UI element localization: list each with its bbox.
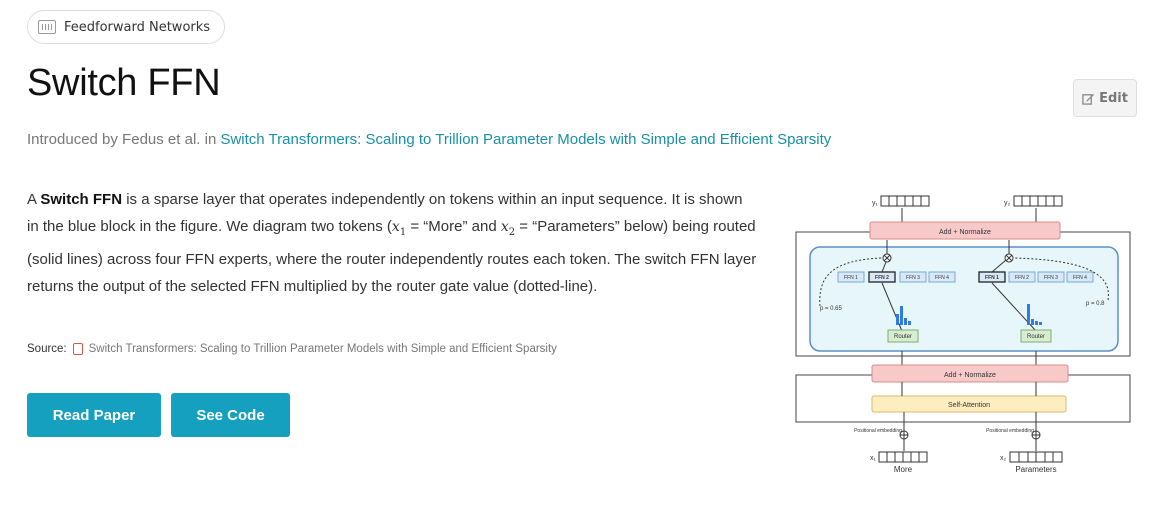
category-tag[interactable]: Feedforward Networks [27, 10, 226, 44]
source-line: Source: Switch Transformers: Scaling to … [27, 343, 557, 355]
svg-text:FFN 3: FFN 3 [906, 275, 920, 281]
token-parameters: Parameters [1015, 465, 1056, 474]
paper-link[interactable]: Switch Transformers: Scaling to Trillion… [220, 131, 831, 148]
router-left: Router [894, 334, 912, 340]
page-title: Switch FFN [27, 62, 221, 104]
svg-text:FFN 2: FFN 2 [1015, 275, 1029, 281]
pdf-icon [72, 343, 83, 355]
pos-emb-left: Positional embedding [854, 428, 902, 434]
token-more: More [894, 465, 913, 474]
svg-text:FFN 4: FFN 4 [1073, 275, 1087, 281]
edit-label: Edit [1099, 90, 1128, 106]
y1-label: y₁ [872, 200, 879, 207]
read-paper-button[interactable]: Read Paper [27, 393, 161, 437]
pos-emb-right: Positional embedding [986, 428, 1034, 434]
intro-line: Introduced by Fedus et al. in Switch Tra… [27, 131, 831, 148]
architecture-figure: y₁ y₂ Add + Normalize FFN 1 FFN 2 FFN 3 … [790, 188, 1140, 480]
math-x1: x1 [391, 219, 407, 238]
svg-text:FFN 3: FFN 3 [1044, 275, 1058, 281]
svg-text:FFN 1: FFN 1 [844, 275, 858, 281]
router-right: Router [1027, 334, 1045, 340]
p-left: p = 0.65 [820, 306, 843, 312]
intro-prefix: Introduced by Fedus et al. in [27, 131, 221, 148]
desc-text: = “More” and [406, 218, 501, 235]
source-link[interactable]: Switch Transformers: Scaling to Trillion… [89, 343, 557, 355]
x2-label: x₂ [1000, 455, 1007, 462]
see-code-button[interactable]: See Code [171, 393, 290, 437]
math-x2: x2 [500, 219, 516, 238]
edit-button[interactable]: Edit [1073, 79, 1137, 117]
x1-label: x₁ [870, 455, 877, 462]
svg-text:FFN 4: FFN 4 [935, 275, 949, 281]
svg-text:FFN 1: FFN 1 [985, 275, 999, 281]
source-label: Source: [27, 343, 67, 355]
switch-ffn-diagram: y₁ y₂ Add + Normalize FFN 1 FFN 2 FFN 3 … [795, 195, 1131, 474]
barcode-icon [38, 20, 56, 34]
category-tag-label: Feedforward Networks [64, 19, 211, 35]
edit-icon [1082, 93, 1095, 105]
y2-label: y₂ [1004, 200, 1011, 207]
svg-text:FFN 2: FFN 2 [875, 275, 889, 281]
desc-bold-term: Switch FFN [40, 191, 123, 208]
add-normalize-top: Add + Normalize [939, 229, 991, 236]
method-description: A Switch FFN is a sparse layer that oper… [27, 186, 757, 300]
desc-text: A [27, 191, 41, 208]
add-normalize-bottom: Add + Normalize [944, 372, 996, 379]
self-attention-label: Self-Attention [948, 402, 990, 409]
p-right: p = 0.8 [1086, 301, 1105, 307]
